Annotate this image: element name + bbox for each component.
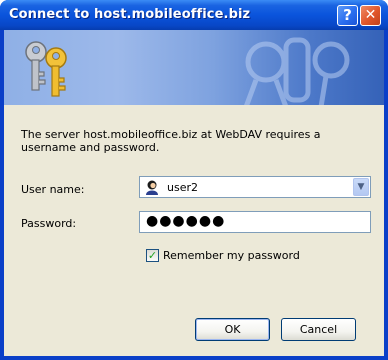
user-icon	[146, 180, 158, 195]
keys-icon	[25, 41, 67, 97]
password-label: Password:	[21, 217, 77, 230]
help-button[interactable]: ?	[337, 5, 358, 26]
username-value: user2	[167, 181, 198, 194]
username-combobox[interactable]: user2 ▼	[139, 176, 371, 198]
dialog-window: Connect to host.mobileoffice.biz ? ✕ The…	[0, 0, 388, 360]
close-button[interactable]: ✕	[360, 5, 381, 26]
dialog-body: The server host.mobileoffice.biz at WebD…	[4, 30, 384, 356]
cancel-button[interactable]: Cancel	[281, 318, 356, 341]
password-field[interactable]: ●●●●●●	[139, 211, 371, 233]
keys-watermark-icon	[244, 37, 350, 105]
chevron-down-icon: ▼	[357, 182, 365, 192]
prompt-text: The server host.mobileoffice.biz at WebD…	[21, 128, 321, 154]
help-icon: ?	[343, 6, 352, 24]
remember-checkbox[interactable]: ✓	[146, 249, 159, 262]
remember-label[interactable]: Remember my password	[163, 249, 300, 262]
password-value: ●●●●●●	[146, 213, 226, 229]
ok-button[interactable]: OK	[195, 318, 270, 341]
check-icon: ✓	[147, 249, 158, 262]
banner	[4, 30, 384, 105]
dropdown-button[interactable]: ▼	[353, 178, 369, 196]
close-icon: ✕	[364, 7, 377, 23]
title-bar[interactable]: Connect to host.mobileoffice.biz ? ✕	[0, 0, 388, 30]
window-title: Connect to host.mobileoffice.biz	[9, 7, 251, 22]
username-label: User name:	[21, 183, 85, 196]
